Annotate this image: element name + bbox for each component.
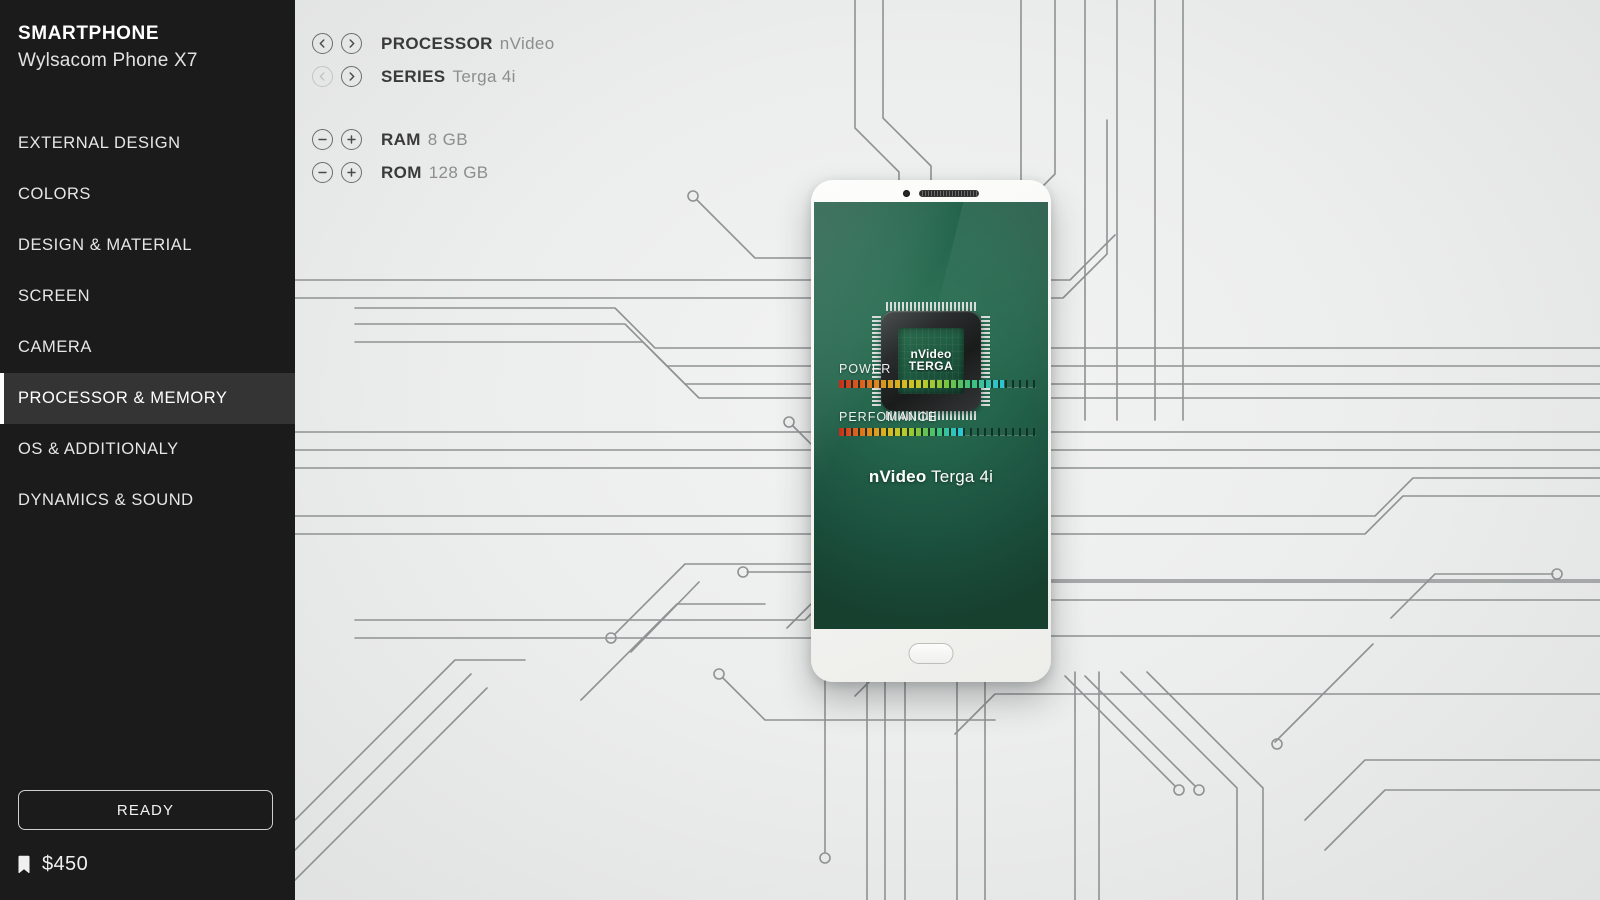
selector-row-series: SERIES Terga 4i — [312, 60, 555, 93]
chip-body: nVideo TERGA — [881, 311, 981, 411]
control-value: 8 GB — [427, 129, 468, 149]
sidebar-item-design-material[interactable]: DESIGN & MATERIAL — [0, 220, 295, 271]
configurator-controls: PROCESSOR nVideo SERIES Terga 4i RAM 8 GB ROM… — [312, 27, 555, 189]
sidebar-item-label: CAMERA — [18, 338, 92, 357]
meter-track — [839, 428, 1036, 436]
meter-track — [839, 380, 1036, 388]
sidebar-item-label: OS & ADDITIONALY — [18, 440, 179, 459]
control-label: ROM — [381, 162, 422, 182]
increase-rom-button[interactable] — [341, 162, 362, 183]
chip-pins-icon — [886, 302, 976, 311]
sidebar-item-label: SCREEN — [18, 287, 91, 306]
price-value: $450 — [42, 853, 89, 875]
sidebar-item-label: EXTERNAL DESIGN — [18, 134, 181, 153]
sidebar-nav: EXTERNAL DESIGN COLORS DESIGN & MATERIAL SC… — [0, 118, 295, 526]
meter-label: POWER — [839, 362, 892, 376]
next-processor-button[interactable] — [341, 33, 362, 54]
prev-series-button — [312, 66, 333, 87]
control-value: Terga 4i — [452, 66, 516, 86]
sidebar-item-os-additionaly[interactable]: OS & ADDITIONALY — [0, 424, 295, 475]
price-row: $450 — [18, 853, 273, 876]
selector-group: PROCESSOR nVideo SERIES Terga 4i — [312, 27, 555, 93]
meter-segments — [839, 428, 1036, 436]
phone-top-bar — [811, 180, 1051, 202]
sidebar-item-external-design[interactable]: EXTERNAL DESIGN — [0, 118, 295, 169]
control-label: RAM — [381, 129, 421, 149]
home-button-icon[interactable] — [908, 643, 954, 664]
sidebar-item-camera[interactable]: CAMERA — [0, 322, 295, 373]
sidebar-item-label: DYNAMICS & SOUND — [18, 491, 194, 510]
brand-title: SMARTPHONE — [18, 23, 160, 44]
control-label: SERIES — [381, 66, 446, 86]
meter-label: PERFOMANCE — [839, 410, 938, 424]
sidebar-item-label: COLORS — [18, 185, 91, 204]
control-label: PROCESSOR — [381, 33, 493, 53]
meter-perfomance: PERFOMANCE — [839, 410, 1039, 436]
meter-segments — [839, 380, 1036, 388]
sidebar-item-dynamics-sound[interactable]: DYNAMICS & SOUND — [0, 475, 295, 526]
chip-graphic: nVideo TERGA — [870, 300, 992, 422]
decrease-rom-button[interactable] — [312, 162, 333, 183]
chip-pins-icon — [981, 316, 990, 406]
sidebar-item-colors[interactable]: COLORS — [0, 169, 295, 220]
sidebar-item-label: DESIGN & MATERIAL — [18, 236, 193, 255]
sidebar-item-label: PROCESSOR & MEMORY — [18, 389, 228, 408]
prev-processor-button[interactable] — [312, 33, 333, 54]
sidebar-item-processor-memory[interactable]: PROCESSOR & MEMORY — [0, 373, 295, 425]
sidebar-footer: READY $450 — [0, 790, 295, 900]
sidebar: SMARTPHONE Wylsacom Phone X7 EXTERNAL DE… — [0, 0, 295, 900]
selector-row-processor: PROCESSOR nVideo — [312, 27, 555, 60]
phone-screen: nVideo TERGA nVideo Terga 4i POWER PERFOM… — [814, 202, 1048, 629]
control-value: nVideo — [499, 33, 555, 53]
phone-preview: nVideo TERGA nVideo Terga 4i POWER PERFOM… — [811, 180, 1051, 682]
phone-title-brand: nVideo — [868, 467, 927, 486]
phone-title-series: Terga 4i — [931, 467, 994, 486]
price-tag-icon — [18, 855, 30, 874]
ready-button[interactable]: READY — [18, 790, 273, 830]
earpiece-speaker-icon — [919, 190, 979, 197]
brand-block: SMARTPHONE Wylsacom Phone X7 — [0, 0, 295, 74]
sidebar-item-screen[interactable]: SCREEN — [0, 271, 295, 322]
increase-ram-button[interactable] — [341, 129, 362, 150]
stepper-group: RAM 8 GB ROM 128 GB — [312, 123, 555, 189]
front-camera-icon — [903, 190, 910, 197]
stage: PROCESSOR nVideo SERIES Terga 4i RAM 8 GB ROM… — [295, 0, 1600, 900]
next-series-button[interactable] — [341, 66, 362, 87]
stepper-row-rom: ROM 128 GB — [312, 156, 555, 189]
meter-power: POWER — [839, 362, 1039, 388]
decrease-ram-button[interactable] — [312, 129, 333, 150]
phone-processor-title: nVideo Terga 4i — [814, 467, 1048, 487]
control-value: 128 GB — [428, 162, 489, 182]
stepper-row-ram: RAM 8 GB — [312, 123, 555, 156]
brand-model: Wylsacom Phone X7 — [18, 49, 198, 71]
chip-pins-icon — [872, 316, 881, 406]
